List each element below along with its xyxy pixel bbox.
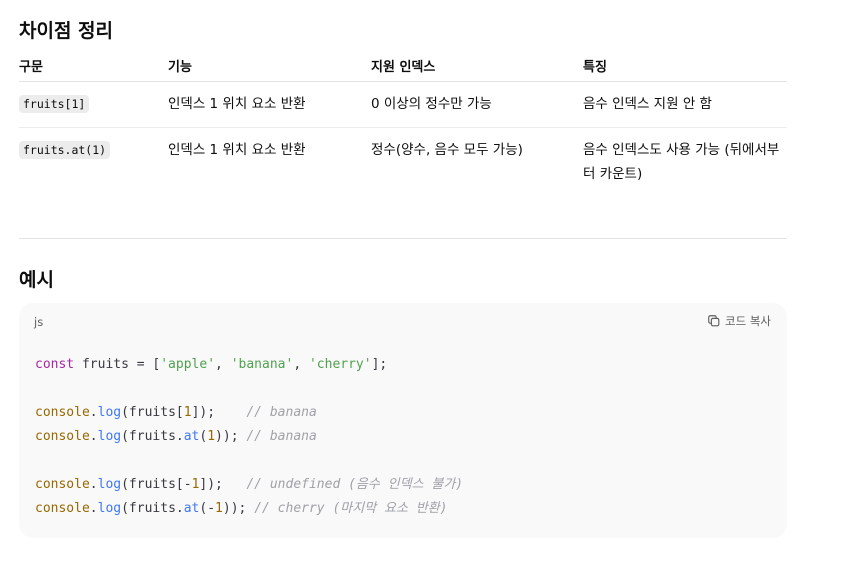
code-block-header: js 코드 복사: [19, 303, 787, 341]
header-syntax: 구문: [19, 50, 168, 82]
table-row: fruits[1] 인덱스 1 위치 요소 반환 0 이상의 정수만 가능 음수…: [19, 81, 787, 128]
cell-function: 인덱스 1 위치 요소 반환: [168, 81, 371, 128]
code-line: console.log(fruits.at(-1)); // cherry (마…: [35, 501, 448, 516]
table-header-row: 구문 기능 지원 인덱스 특징: [19, 50, 787, 82]
code-line: console.log(fruits.at(1)); // banana: [35, 429, 317, 444]
header-function: 기능: [168, 50, 371, 82]
cell-index: 정수(양수, 음수 모두 가능): [371, 142, 523, 158]
header-feature: 특징: [583, 50, 787, 82]
cell-syntax: fruits.at(1): [19, 128, 168, 227]
table-row: fruits.at(1) 인덱스 1 위치 요소 반환 정수(양수, 음수 모두…: [19, 128, 787, 227]
section-divider: [19, 238, 787, 239]
copy-icon: [708, 315, 720, 327]
cell-function: 인덱스 1 위치 요소 반환: [168, 142, 306, 158]
cell-feature: 음수 인덱스 지원 안 함: [583, 81, 787, 128]
code-line: const fruits = ['apple', 'banana', 'cher…: [35, 357, 388, 372]
cell-feature: 음수 인덱스도 사용 가능 (뒤에서부터 카운트): [583, 142, 780, 182]
inline-code: fruits[1]: [19, 95, 90, 113]
section-title-example: 예시: [19, 269, 54, 291]
cell-syntax: fruits[1]: [19, 81, 168, 128]
section-title-differences: 차이점 정리: [19, 20, 114, 42]
inline-code: fruits.at(1): [19, 141, 111, 159]
copy-code-button[interactable]: 코드 복사: [707, 313, 771, 329]
code-content: const fruits = ['apple', 'banana', 'cher…: [35, 353, 463, 521]
code-line: console.log(fruits[1]); // banana: [35, 405, 317, 420]
code-line: console.log(fruits[-1]); // undefined (음…: [35, 477, 464, 492]
code-language-label: js: [34, 315, 44, 329]
cell-index: 0 이상의 정수만 가능: [371, 81, 583, 128]
header-index: 지원 인덱스: [371, 50, 583, 82]
copy-code-label: 코드 복사: [725, 314, 771, 328]
comparison-table: 구문 기능 지원 인덱스 특징 fruits[1] 인덱스 1 위치 요소 반환…: [19, 50, 787, 226]
code-block: js 코드 복사 const fruits = ['apple', 'banan…: [19, 303, 787, 538]
